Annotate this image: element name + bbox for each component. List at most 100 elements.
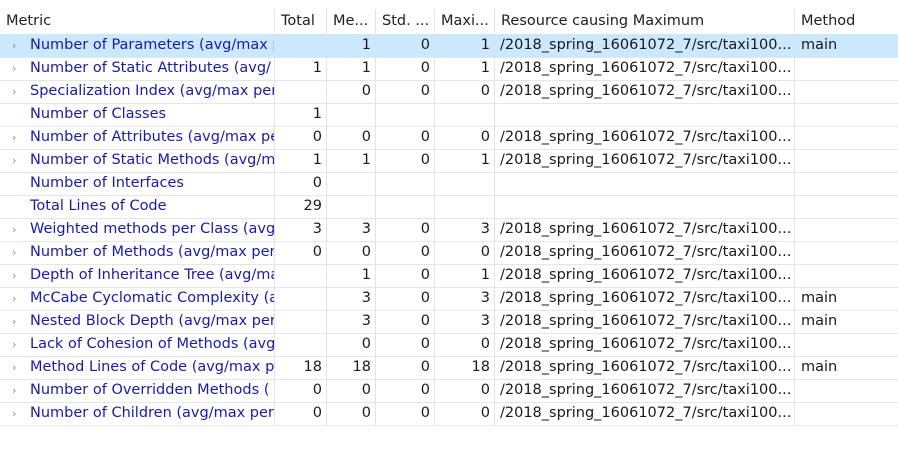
table-row[interactable]: Number of Interfaces 0 [0,172,898,195]
mean-cell [327,103,376,126]
method-cell [795,195,898,218]
maximum-cell: 0 [435,402,495,425]
metric-label: Lack of Cohesion of Methods (avg [30,336,274,352]
mean-cell: 3 [327,287,376,310]
maximum-cell [435,172,495,195]
expand-chevron-icon[interactable]: › [12,264,22,287]
metric-label: Nested Block Depth (avg/max per [30,313,274,329]
maximum-cell: 1 [435,264,495,287]
metric-cell: › Number of Children (avg/max per [0,402,275,425]
metric-cell: › McCabe Cyclomatic Complexity (a [0,287,275,310]
table-row[interactable]: › Specialization Index (avg/max per 0 0 0/20… [0,80,898,103]
column-header-maximum[interactable]: Maxi... [435,9,495,33]
metric-cell: › Weighted methods per Class (avg [0,218,275,241]
std-dev-cell [376,195,435,218]
total-cell: 1 [275,103,327,126]
metric-label: Number of Attributes (avg/max pe [30,129,274,145]
method-cell [795,172,898,195]
expand-chevron-icon[interactable]: › [12,333,22,356]
total-cell [275,264,327,287]
metric-label: Total Lines of Code [30,198,167,214]
mean-cell: 18 [327,356,376,379]
resource-cell: /2018_spring_16061072_7/src/taxi100... [495,356,795,379]
metric-cell: › Number of Overridden Methods ( [0,379,275,402]
resource-cell [495,103,795,126]
table-row[interactable]: Number of Classes 1 [0,103,898,126]
expand-chevron-icon[interactable]: › [12,149,22,172]
column-header-total[interactable]: Total [275,9,327,33]
column-header-std-dev[interactable]: Std. ... [376,9,435,33]
method-cell: main [801,313,838,329]
table-row[interactable]: › Number of Static Methods (avg/m 1 1 0 1/201… [0,149,898,172]
method-cell [795,402,898,425]
total-cell: 0 [275,379,327,402]
table-row[interactable]: › Weighted methods per Class (avg 3 3 0 3/201… [0,218,898,241]
expand-chevron-icon[interactable]: › [12,241,22,264]
table-row[interactable]: › Number of Attributes (avg/max pe 0 0 0 0/20… [0,126,898,149]
mean-cell: 0 [327,80,376,103]
maximum-cell: 0 [435,80,495,103]
expand-chevron-icon[interactable]: › [12,57,22,80]
table-row[interactable]: › Lack of Cohesion of Methods (avg 0 0 0/201… [0,333,898,356]
expand-chevron-icon[interactable]: › [12,287,22,310]
table-row[interactable]: Total Lines of Code 29 [0,195,898,218]
table-row[interactable]: › Number of Parameters (avg/max p 1 0 1/2018… [0,34,898,57]
table-row[interactable]: › Number of Overridden Methods (0 0 0 0/2018… [0,379,898,402]
table-row[interactable]: › Nested Block Depth (avg/max per 3 0 3/2018… [0,310,898,333]
metric-label: Number of Overridden Methods ( [30,382,270,398]
table-row[interactable]: › Number of Methods (avg/max per 0 0 0 0/2018… [0,241,898,264]
mean-cell: 0 [327,402,376,425]
std-dev-cell: 0 [376,126,435,149]
expand-chevron-icon[interactable]: › [12,218,22,241]
total-cell: 0 [275,241,327,264]
metric-label: Method Lines of Code (avg/max p [30,359,274,375]
method-cell: main [801,37,838,53]
metric-label: Weighted methods per Class (avg [30,221,274,237]
std-dev-cell: 0 [376,379,435,402]
resource-cell: /2018_spring_16061072_7/src/taxi100... [495,379,795,402]
table-row[interactable]: › Method Lines of Code (avg/max p 18 18 0 18/… [0,356,898,379]
method-cell: main [801,359,838,375]
metric-cell: Number of Interfaces [0,172,275,195]
expand-chevron-icon[interactable]: › [12,34,22,57]
resource-cell: /2018_spring_16061072_7/src/taxi100... [495,126,795,149]
std-dev-cell: 0 [376,287,435,310]
total-cell: 1 [275,149,327,172]
expand-chevron-icon[interactable]: › [12,379,22,402]
column-header-mean[interactable]: Me... [327,9,376,33]
mean-cell: 1 [327,264,376,287]
resource-cell: /2018_spring_16061072_7/src/taxi100... [495,149,795,172]
total-cell [275,310,327,333]
maximum-cell: 1 [435,34,495,57]
expand-chevron-icon[interactable]: › [12,80,22,103]
resource-cell [495,172,795,195]
expand-chevron-icon[interactable]: › [12,356,22,379]
column-header-metric[interactable]: Metric [0,9,275,33]
metric-cell: › Nested Block Depth (avg/max per [0,310,275,333]
metric-label: Number of Static Methods (avg/m [30,152,274,168]
metric-cell: › Depth of Inheritance Tree (avg/ma [0,264,275,287]
std-dev-cell: 0 [376,402,435,425]
metric-label: McCabe Cyclomatic Complexity (a [30,290,274,306]
row-divider [0,425,898,426]
std-dev-cell: 0 [376,264,435,287]
std-dev-cell [376,103,435,126]
table-row[interactable]: › Depth of Inheritance Tree (avg/ma 1 0 1/20… [0,264,898,287]
metric-label: Number of Parameters (avg/max p [30,37,274,53]
expand-chevron-icon[interactable]: › [12,310,22,333]
metric-cell: Number of Classes [0,103,275,126]
metric-cell: › Number of Methods (avg/max per [0,241,275,264]
metric-label: Number of Methods (avg/max per [30,244,274,260]
table-row[interactable]: › McCabe Cyclomatic Complexity (a 3 0 3/2018… [0,287,898,310]
mean-cell [327,172,376,195]
table-row[interactable]: › Number of Static Attributes (avg/1 1 0 1/2… [0,57,898,80]
maximum-cell: 0 [435,379,495,402]
expand-chevron-icon[interactable]: › [12,126,22,149]
table-row[interactable]: › Number of Children (avg/max per 0 0 0 0/201… [0,402,898,425]
column-header-method[interactable]: Method [795,9,898,33]
metric-cell: › Specialization Index (avg/max per [0,80,275,103]
expand-chevron-icon[interactable]: › [12,402,22,425]
std-dev-cell: 0 [376,149,435,172]
metric-cell: › Number of Static Attributes (avg/ [0,57,275,80]
column-header-resource[interactable]: Resource causing Maximum [495,9,795,33]
